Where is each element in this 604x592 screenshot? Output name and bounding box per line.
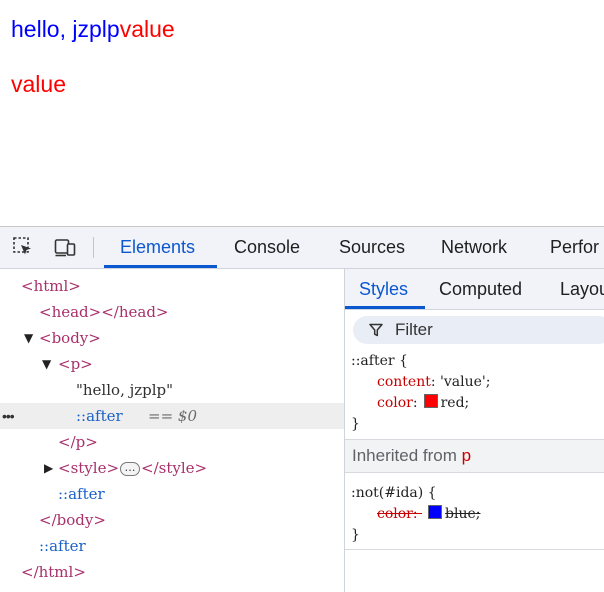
property-name: content	[377, 374, 431, 390]
toolbar-separator	[93, 237, 94, 258]
row-actions-icon[interactable]: •••	[2, 403, 15, 429]
style-close-tag: </style>	[141, 459, 208, 477]
tab-computed[interactable]: Computed	[439, 269, 522, 309]
dom-node-html[interactable]: <html>	[0, 273, 344, 299]
devtools-panel: Elements Console Sources Network Perfor …	[0, 226, 604, 592]
color-swatch-blue[interactable]	[428, 505, 443, 519]
dom-text-node[interactable]: "hello, jzplp"	[0, 377, 344, 403]
dom-node-body[interactable]: ▼ <body>	[0, 325, 344, 351]
dom-node-html-after[interactable]: ::after	[0, 533, 344, 559]
html-close-tag: </html>	[21, 563, 86, 581]
selected-marker: == $0	[148, 407, 197, 425]
styles-filter-input[interactable]: Filter	[353, 316, 604, 344]
expand-triangle-icon[interactable]: ▼	[42, 351, 51, 377]
devtools-toolbar: Elements Console Sources Network Perfor	[0, 227, 604, 269]
style-open-tag: <style>	[58, 459, 120, 477]
dom-node-p[interactable]: ▼ <p>	[0, 351, 344, 377]
active-tab-indicator	[104, 265, 217, 268]
p-after-pseudo: ::after	[76, 407, 123, 425]
dom-node-p-after-selected[interactable]: ••• ::after == $0	[0, 403, 344, 429]
styles-sidebar: Styles Computed Layou Filter ::after { c…	[345, 269, 604, 592]
body-open-tag: <body>	[39, 329, 101, 347]
p-open-tag: <p>	[58, 355, 93, 373]
tab-performance[interactable]: Perfor	[550, 227, 599, 268]
text-node-content: "hello, jzplp"	[76, 381, 174, 399]
rendered-page: hello, jzplpvalue value	[0, 0, 604, 226]
filter-placeholder: Filter	[395, 320, 433, 339]
tab-elements[interactable]: Elements	[120, 227, 195, 268]
device-toolbar-icon[interactable]	[54, 236, 76, 258]
dom-node-body-after[interactable]: ::after	[0, 481, 344, 507]
html-open-tag: <html>	[21, 277, 81, 295]
css-declaration-color-overridden[interactable]: color: blue;	[377, 504, 481, 525]
p-close-tag: </p>	[58, 433, 98, 451]
rule-separator	[345, 472, 604, 473]
paragraph-after-content: value	[119, 16, 175, 42]
inspect-element-icon[interactable]	[12, 236, 34, 258]
collapsed-triangle-icon[interactable]: ▶	[44, 455, 53, 481]
tab-layout[interactable]: Layou	[560, 269, 604, 309]
dom-node-p-close[interactable]: </p>	[0, 429, 344, 455]
inherited-element-link[interactable]: p	[462, 446, 471, 465]
tab-console[interactable]: Console	[234, 227, 300, 268]
tab-sources[interactable]: Sources	[339, 227, 405, 268]
property-name: color	[377, 395, 413, 411]
html-after-pseudo: ::after	[39, 537, 86, 555]
tab-network[interactable]: Network	[441, 227, 507, 268]
property-value: red	[440, 395, 465, 411]
dom-node-head[interactable]: <head></head>	[0, 299, 344, 325]
dom-tree: <html> <head></head> ▼ <body> ▼ <p> "hel…	[0, 269, 344, 592]
css-declaration-color[interactable]: color: red;	[377, 393, 469, 414]
inherited-header: Inherited from p	[345, 440, 604, 472]
color-swatch-red[interactable]	[423, 394, 438, 408]
inherited-label: Inherited from	[352, 446, 457, 465]
head-tag: <head></head>	[39, 303, 169, 321]
css-rule-close: }	[351, 527, 360, 543]
body-close-tag: </body>	[39, 511, 106, 529]
paragraph-text: hello, jzplp	[11, 16, 120, 42]
dom-node-body-close[interactable]: </body>	[0, 507, 344, 533]
expand-triangle-icon[interactable]: ▼	[24, 325, 33, 351]
tab-styles[interactable]: Styles	[359, 269, 408, 309]
dom-node-style[interactable]: ▶ <style>… </style>	[0, 455, 344, 481]
dom-node-html-close[interactable]: </html>	[0, 559, 344, 585]
css-rule-close: }	[351, 416, 360, 432]
css-declaration-content[interactable]: content: 'value';	[377, 372, 490, 393]
filter-icon	[369, 323, 383, 337]
body-after-content: value	[11, 71, 66, 97]
css-rule-selector[interactable]: ::after {	[351, 351, 408, 372]
css-rule-selector[interactable]: :not(#ida) {	[351, 483, 437, 504]
sidebar-tabs: Styles Computed Layou	[345, 269, 604, 310]
collapsed-content-badge[interactable]: …	[120, 462, 141, 476]
property-value: 'value'	[440, 374, 486, 390]
rule-separator	[345, 549, 604, 550]
property-name-overridden: color:	[377, 506, 423, 522]
property-value-overridden: blue	[445, 506, 476, 522]
body-after-line: value	[11, 70, 66, 98]
paragraph-line: hello, jzplpvalue	[11, 15, 175, 43]
active-sidebar-tab-indicator	[345, 306, 425, 309]
body-after-pseudo: ::after	[58, 485, 105, 503]
